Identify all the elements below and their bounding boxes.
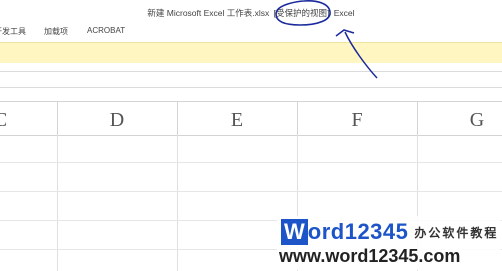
grid-row-line <box>0 191 502 192</box>
tab-developer[interactable]: 开发工具 <box>0 26 26 37</box>
watermark-logo-letter: W <box>281 219 308 245</box>
column-header-e[interactable]: E <box>177 109 297 132</box>
protected-view-label: [受保护的视图] <box>273 8 330 18</box>
formula-bar-divider <box>0 71 502 72</box>
column-header-g[interactable]: G <box>417 109 502 132</box>
watermark-logo-text: ord12345 <box>307 219 409 244</box>
grid-column-line <box>177 135 178 271</box>
grid-column-line <box>57 135 58 271</box>
tab-add-ins[interactable]: 加载项 <box>44 26 68 37</box>
formula-bar-area <box>0 63 502 101</box>
column-header-d[interactable]: D <box>57 109 177 132</box>
column-header-f[interactable]: F <box>297 109 417 132</box>
window-title: 新建 Microsoft Excel 工作表.xlsx [受保护的视图] Exc… <box>0 7 502 19</box>
column-header-row: C D E F G <box>0 101 502 136</box>
ribbon-tab-bar: 开发工具 加载项 ACROBAT <box>0 22 502 42</box>
column-header-c[interactable]: C <box>0 109 6 132</box>
watermark: W ord12345 办公软件教程 www.word12345.com <box>277 216 501 270</box>
watermark-tagline: 办公软件教程 <box>414 225 499 240</box>
title-bar: 新建 Microsoft Excel 工作表.xlsx [受保护的视图] Exc… <box>0 0 502 22</box>
formula-bar-divider <box>0 87 502 88</box>
tab-acrobat[interactable]: ACROBAT <box>87 26 125 35</box>
protected-view-infobar <box>0 42 502 64</box>
window-title-filename: 新建 Microsoft Excel 工作表.xlsx <box>147 8 270 18</box>
grid-row-line <box>0 162 502 163</box>
watermark-url: www.word12345.com <box>279 246 461 266</box>
window-title-app: Excel <box>333 8 355 18</box>
watermark-logo: W ord12345 办公软件教程 <box>281 218 498 246</box>
